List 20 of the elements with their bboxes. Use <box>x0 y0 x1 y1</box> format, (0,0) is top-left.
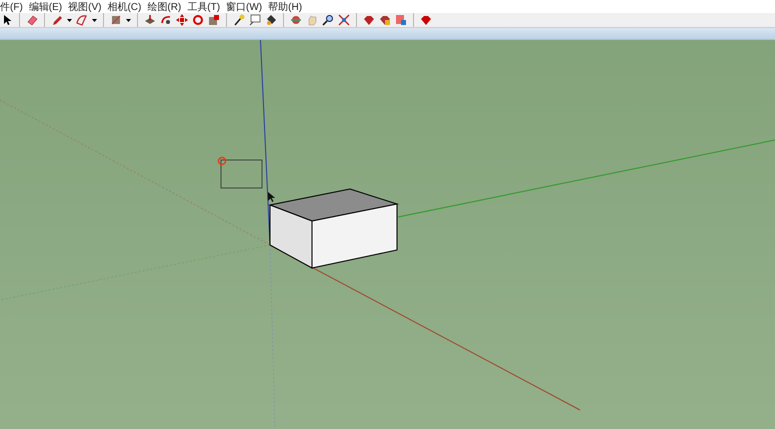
text-icon[interactable] <box>249 14 261 26</box>
caret-icon[interactable] <box>67 18 72 22</box>
pencil-icon[interactable] <box>51 14 63 26</box>
arc-icon[interactable] <box>76 14 88 26</box>
zoom-icon[interactable] <box>322 14 334 26</box>
menu-item[interactable]: 件(F) <box>0 2 23 13</box>
tape-measure-icon[interactable] <box>233 14 245 26</box>
menu-item[interactable]: 相机(C) <box>107 2 142 13</box>
menu-item[interactable]: 窗口(W) <box>226 2 262 13</box>
menu-item[interactable]: 视图(V) <box>68 2 102 13</box>
menu-item[interactable]: 帮助(H) <box>268 2 302 13</box>
caret-icon[interactable] <box>92 18 97 22</box>
zoom-extents-icon[interactable] <box>338 14 350 26</box>
move-icon[interactable] <box>176 14 188 26</box>
eraser-icon[interactable] <box>26 14 38 26</box>
arrow-pointer-icon[interactable] <box>1 14 13 26</box>
menu-item[interactable]: 绘图(R) <box>147 2 182 13</box>
caret-icon[interactable] <box>126 18 131 22</box>
menu-item[interactable]: 编辑(E) <box>28 2 62 13</box>
menu-item[interactable]: 工具(T) <box>187 2 220 13</box>
